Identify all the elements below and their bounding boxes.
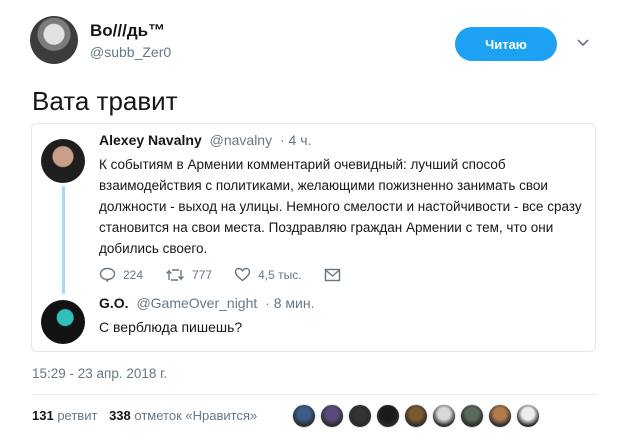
reply-count: 224 [123,267,144,282]
quoted-text: К событиям в Армении комментарий очевидн… [99,157,582,256]
liker-avatar[interactable] [404,404,428,428]
reply-author-avatar[interactable] [41,300,85,344]
author-username[interactable]: @subb_Zer0 [90,44,171,60]
heart-icon [234,267,251,282]
tweet-timestamp[interactable]: 15:29 - 23 апр. 2018 г. [32,366,167,381]
likes-total[interactable]: 338 [109,408,131,423]
retweets-label[interactable]: ретвит [57,408,97,423]
tweet-stats: 131 ретвит 338 отметок «Нравится» [32,408,257,423]
like-action[interactable]: 4,5 тыс. [234,267,302,282]
retweet-action[interactable]: 777 [165,268,212,282]
quoted-conversation[interactable]: Alexey Navalny @navalny · 4 ч. К события… [31,123,596,352]
quoted-author-handle[interactable]: @navalny [210,132,272,148]
reply-header: G.O. @GameOver_night · 8 мин. [99,295,314,311]
divider [32,394,598,395]
retweets-total[interactable]: 131 [32,408,54,423]
liker-avatar[interactable] [488,404,512,428]
direct-message-action[interactable] [324,268,348,282]
liker-avatar[interactable] [432,404,456,428]
follow-button[interactable]: Читаю [455,27,557,61]
quoted-time[interactable]: · 4 ч. [280,132,311,148]
reply-author-name[interactable]: G.O. [99,295,129,311]
quoted-actions: 224 777 4,5 тыс. [99,267,348,282]
liker-avatar[interactable] [348,404,372,428]
liker-avatar[interactable] [376,404,400,428]
liker-avatar[interactable] [460,404,484,428]
tweet-text: Вата травит [32,86,178,116]
liker-avatar[interactable] [516,404,540,428]
likers-avatars [292,404,544,428]
author-avatar[interactable] [30,16,78,64]
reply-time[interactable]: · 8 мин. [265,295,314,311]
retweet-count: 777 [192,267,213,282]
reply-author-handle[interactable]: @GameOver_night [136,295,257,311]
quoted-header: Alexey Navalny @navalny · 4 ч. [99,132,311,148]
like-count: 4,5 тыс. [258,267,302,282]
reply-icon [99,267,116,282]
likes-label[interactable]: отметок «Нравится» [134,408,257,423]
liker-avatar[interactable] [292,404,316,428]
reply-text: С верблюда пишешь? [99,319,243,335]
liker-avatar[interactable] [320,404,344,428]
reply-action[interactable]: 224 [99,267,143,282]
author-display-name[interactable]: Bo///дь™ [90,21,165,41]
tweet-container: Bo///дь™ @subb_Zer0 Читаю Вата травит Al… [0,0,622,446]
thread-line [62,186,65,294]
chevron-down-icon[interactable] [576,36,590,50]
envelope-icon [324,268,340,281]
retweet-icon [166,268,185,281]
quoted-author-avatar[interactable] [41,139,85,183]
quoted-author-name[interactable]: Alexey Navalny [99,132,202,148]
